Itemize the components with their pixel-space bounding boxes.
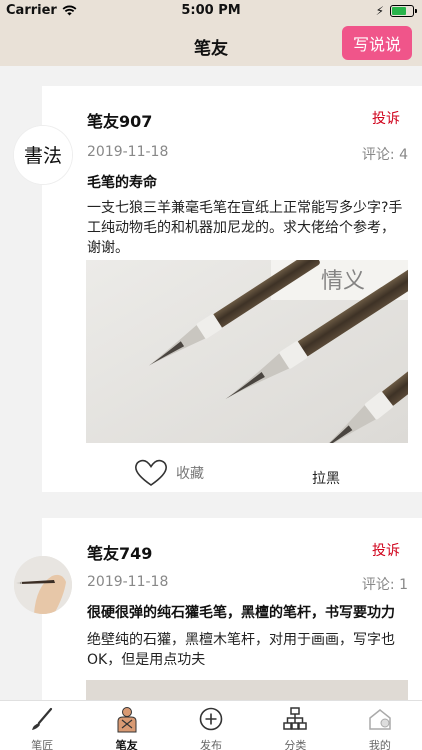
category-icon (283, 707, 308, 730)
post-date: 2019-11-18 (87, 574, 169, 590)
tab-pen-pals[interactable]: 笔友 (84, 701, 168, 750)
post-body[interactable]: 绝壁纯的石獾，黑檀木笔杆，对用于画画，写字也OK，但是用点功夫 (87, 630, 407, 670)
post-title[interactable]: 毛笔的寿命 (87, 172, 157, 192)
post-title[interactable]: 很硬很弹的纯石獾毛笔，黑檀的笔杆，书写要功力 (87, 602, 422, 622)
post-photo (86, 680, 408, 700)
status-bar: Carrier 5:00 PM ⚡ (0, 0, 422, 22)
plus-circle-icon (199, 707, 223, 731)
battery-icon (390, 5, 417, 17)
tab-profile[interactable]: 我的 (338, 701, 422, 750)
block-button[interactable]: 拉黑 (312, 468, 340, 488)
friends-icon (117, 707, 137, 733)
tab-label: 笔匠 (31, 739, 54, 750)
post-username[interactable]: 笔友749 (87, 540, 152, 564)
report-button[interactable]: 投诉 (372, 540, 400, 560)
tab-category[interactable]: 分类 (253, 701, 337, 750)
charging-icon: ⚡ (375, 4, 384, 18)
post-image[interactable]: 情义 (86, 260, 408, 443)
tab-label: 分类 (284, 739, 307, 750)
tab-bar: 笔匠 笔友 发布 分类 我的 (0, 700, 422, 750)
report-button[interactable]: 投诉 (372, 108, 400, 128)
comment-count[interactable]: 评论: 4 (362, 144, 408, 164)
avatar[interactable]: 書法 (14, 126, 72, 184)
tab-publish[interactable]: 发布 (169, 701, 253, 750)
favorite-button[interactable]: 收藏 (134, 458, 204, 488)
favorite-label: 收藏 (176, 466, 204, 482)
brush-photo: 情义 (86, 260, 408, 443)
heart-icon (135, 459, 167, 486)
nav-bar: 笔友 写说说 (0, 22, 422, 66)
tab-label: 笔友 (115, 739, 138, 750)
home-icon (369, 709, 391, 730)
comment-count[interactable]: 评论: 1 (362, 574, 408, 594)
avatar-calligraphy: 書法 (24, 145, 62, 167)
avatar[interactable] (14, 556, 72, 614)
paper-calligraphy: 情义 (321, 269, 365, 294)
tab-brush-maker[interactable]: 笔匠 (0, 701, 84, 750)
tab-label: 我的 (368, 739, 391, 750)
post-card: 笔友749 投诉 2019-11-18 评论: 1 很硬很弹的纯石獾毛笔，黑檀的… (42, 518, 422, 700)
clock: 5:00 PM (181, 3, 241, 18)
post-body[interactable]: 一支七狼三羊兼毫毛笔在宣纸上正常能写多少字?手工纯动物毛的和机器加尼龙的。求大佬… (87, 198, 407, 258)
brush-icon (32, 707, 53, 730)
tab-label: 发布 (200, 739, 223, 750)
post-image[interactable] (86, 680, 408, 700)
post-username[interactable]: 笔友907 (87, 108, 152, 132)
post-date: 2019-11-18 (87, 144, 169, 160)
post-card: 笔友907 投诉 2019-11-18 评论: 4 毛笔的寿命 一支七狼三羊兼毫… (42, 86, 422, 492)
post-feed[interactable]: 笔友907 投诉 2019-11-18 评论: 4 毛笔的寿命 一支七狼三羊兼毫… (0, 66, 422, 700)
write-post-button[interactable]: 写说说 (342, 26, 412, 60)
